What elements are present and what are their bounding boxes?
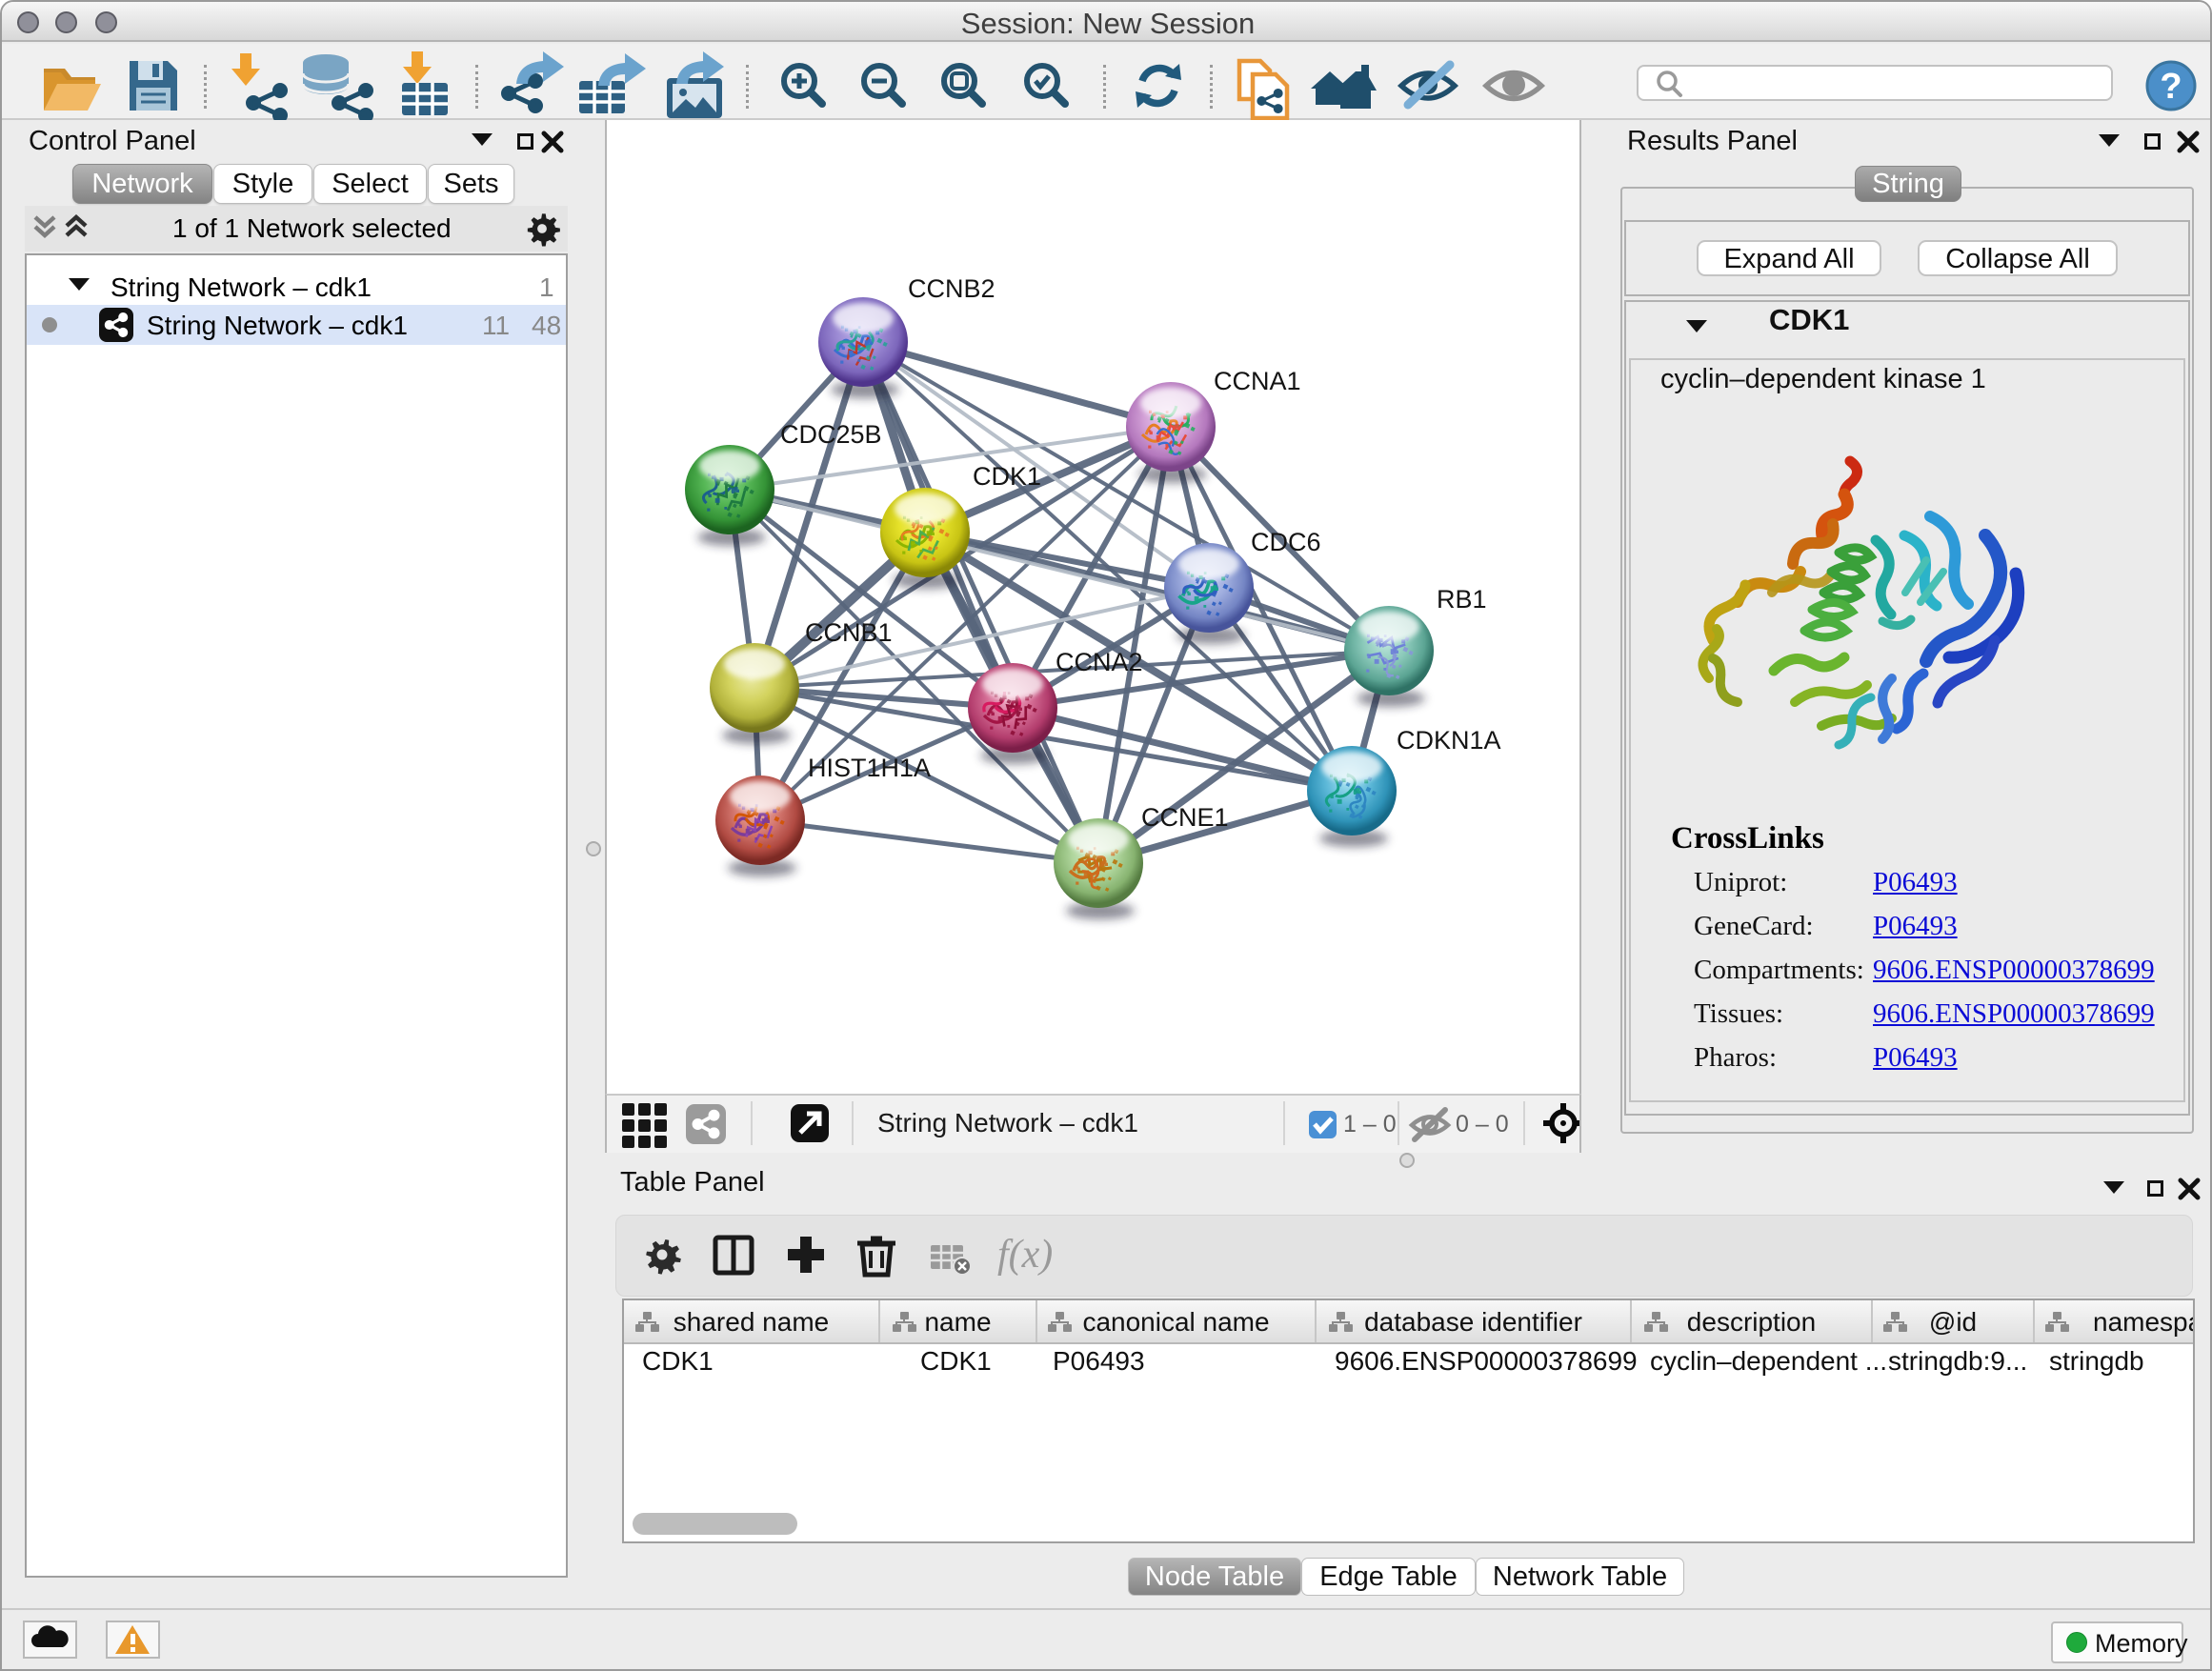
svg-text:f(x): f(x) [997,1233,1053,1277]
svg-text:?: ? [2160,67,2182,107]
svg-text:RB1: RB1 [1437,585,1487,614]
svg-text:CCNB1: CCNB1 [805,618,893,647]
svg-text:CDK1: CDK1 [973,462,1041,491]
svg-text:CDKN1A: CDKN1A [1397,726,1501,755]
svg-text:HIST1H1A: HIST1H1A [808,754,931,782]
svg-text:CDC25B: CDC25B [780,420,882,449]
svg-text:CCNA2: CCNA2 [1056,648,1143,676]
svg-text:CCNB2: CCNB2 [908,274,995,303]
svg-text:CDC6: CDC6 [1251,528,1321,556]
svg-text:CCNE1: CCNE1 [1141,803,1229,832]
svg-text:CCNA1: CCNA1 [1214,367,1301,395]
